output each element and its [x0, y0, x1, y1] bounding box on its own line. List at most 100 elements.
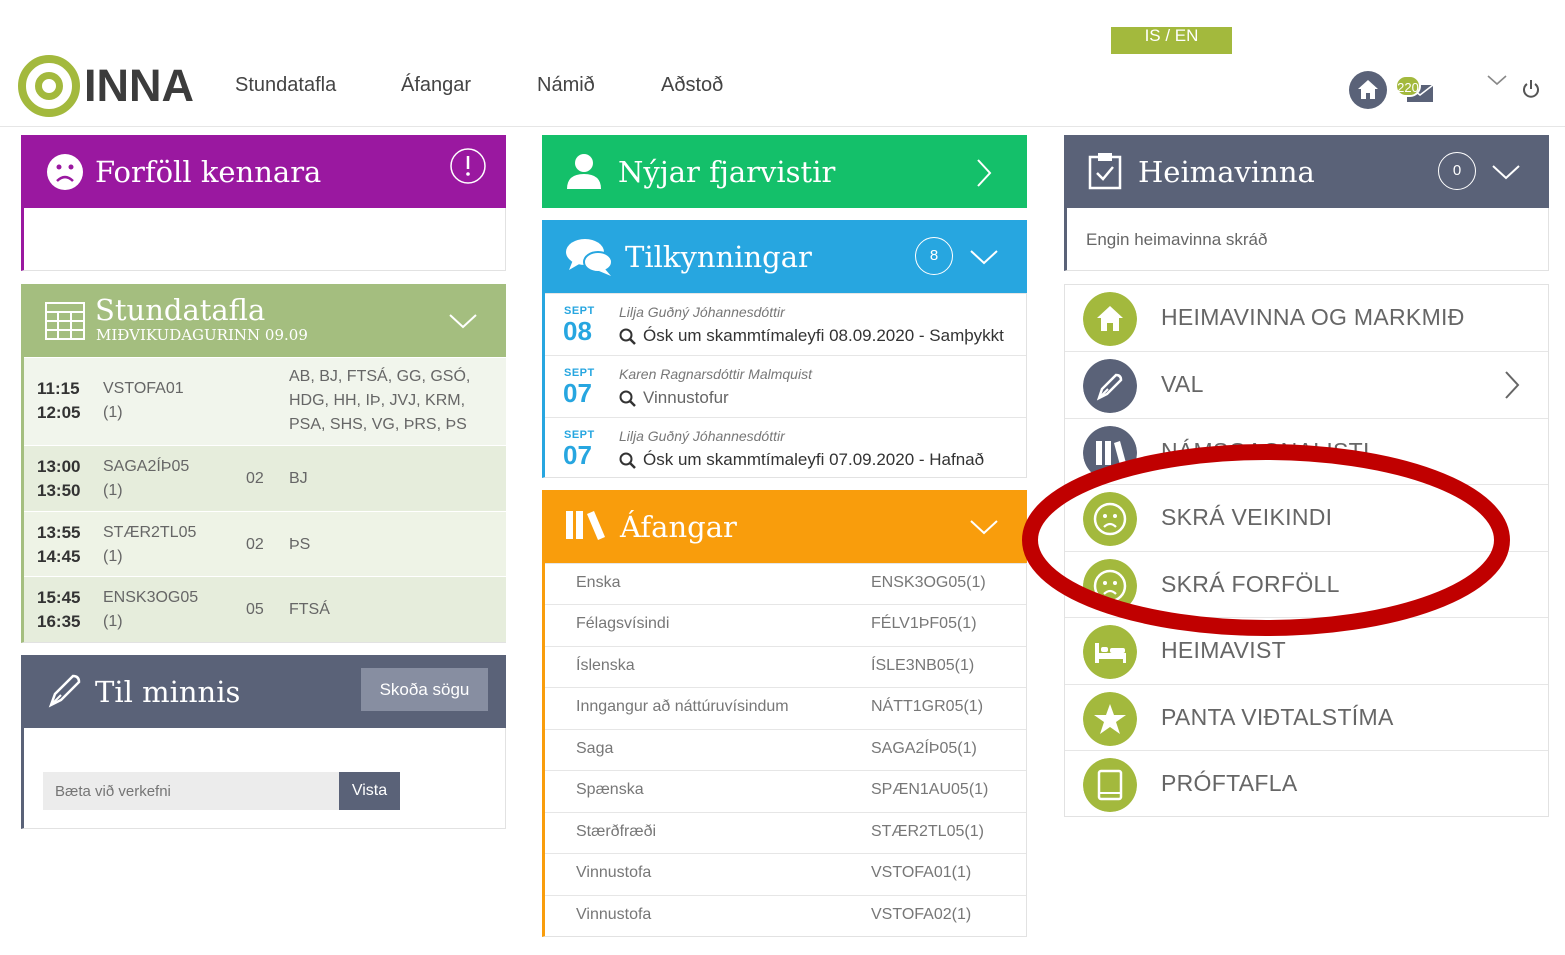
teachers: AB, BJ, FTSÁ, GG, GSÓ, HDG, HH, IÞ, JVJ,…: [289, 368, 471, 433]
search-icon: [619, 452, 636, 469]
sad-face-icon: [1083, 559, 1137, 613]
course-row[interactable]: Inngangur að náttúruvísindum NÁTT1GR05(1): [545, 687, 1026, 728]
teacher-absence-header[interactable]: Forföll kennara: [21, 135, 506, 208]
room: 05: [246, 601, 264, 618]
person-icon: [567, 154, 601, 189]
chevron-right-icon: [977, 159, 992, 187]
course-row[interactable]: Félagsvísindi FÉLV1ÞF05(1): [545, 604, 1026, 645]
reminders-header: Til minnis Skoða sögu: [21, 655, 506, 728]
end-time: 14:45: [37, 547, 81, 566]
courses-header[interactable]: Áfangar: [542, 490, 1027, 563]
add-task-input[interactable]: [43, 772, 339, 810]
menu-label: PANTA VIÐTALSTÍMA: [1161, 704, 1394, 730]
menu-item-book-interview[interactable]: PANTA VIÐTALSTÍMA: [1065, 684, 1548, 750]
announcement-item[interactable]: SEPT 08 Lilja Guðný Jóhannesdóttir Ósk u…: [545, 293, 1026, 355]
announcement-item[interactable]: SEPT 07 Lilja Guðný Jóhannesdóttir Ósk u…: [545, 417, 1026, 479]
course-row[interactable]: Saga SAGA2ÍÞ05(1): [545, 729, 1026, 770]
nav-namid[interactable]: Námið: [537, 73, 595, 97]
logout-power-icon[interactable]: [1521, 78, 1541, 100]
messages-button[interactable]: 220: [1395, 75, 1437, 105]
announcement-item[interactable]: SEPT 07 Karen Ragnarsdóttir Malmquist Vi…: [545, 355, 1026, 417]
announcement-day: 08: [563, 316, 592, 346]
announcement-subject: Ósk um skammtímaleyfi 07.09.2020 - Hafna…: [643, 450, 985, 469]
room: 02: [246, 470, 264, 487]
timetable-panel: Stundatafla MIÐVIKUDAGURINN 09.09 11:15 …: [21, 284, 506, 643]
reminders-panel: Til minnis Skoða sögu Vista: [21, 655, 506, 829]
language-switch[interactable]: IS / EN: [1111, 27, 1232, 54]
quick-menu: HEIMAVINNA OG MARKMIÐ VAL NÁMSGAGNALISTI…: [1064, 284, 1549, 817]
teachers: BJ: [289, 470, 308, 487]
save-task-button[interactable]: Vista: [339, 772, 400, 810]
chevron-down-icon[interactable]: [969, 517, 999, 537]
homework-panel: Heimavinna 0 Engin heimavinna skráð: [1064, 135, 1549, 271]
books-icon: [566, 511, 605, 540]
room: 02: [246, 536, 264, 553]
timetable-date: MIÐVIKUDAGURINN 09.09: [96, 326, 308, 344]
timetable-header[interactable]: Stundatafla MIÐVIKUDAGURINN 09.09: [21, 284, 506, 357]
chevron-down-icon[interactable]: [969, 247, 999, 267]
menu-item-exam-schedule[interactable]: PRÓFTAFLA: [1065, 750, 1548, 816]
calendar-grid-icon: [45, 302, 85, 340]
homework-title: Heimavinna: [1138, 155, 1315, 189]
course-code: FÉLV1ÞF05(1): [871, 615, 977, 632]
announcements-title: Tilkynningar: [625, 240, 812, 274]
clipboard-check-icon: [1088, 153, 1122, 190]
start-time: 15:45: [37, 588, 81, 607]
announcement-subject: Vinnustofur: [643, 388, 729, 407]
inna-logo[interactable]: INNA: [18, 55, 194, 119]
end-time: 12:05: [37, 403, 81, 422]
new-absences-panel[interactable]: Nýjar fjarvistir: [542, 135, 1027, 208]
nav-afangar[interactable]: Áfangar: [401, 73, 471, 97]
sad-face-icon: [1083, 492, 1137, 546]
menu-label: SKRÁ FORFÖLL: [1161, 571, 1340, 597]
timetable-row[interactable]: 13:00 13:50 SAGA2ÍÞ05 (1) 02 BJ: [24, 445, 506, 511]
announcement-day: 07: [563, 440, 592, 470]
course-row[interactable]: Stærðfræði STÆR2TL05(1): [545, 812, 1026, 853]
course-code: SAGA2ÍÞ05: [103, 458, 190, 475]
course-row[interactable]: Spænska SPÆN1AU05(1): [545, 770, 1026, 811]
menu-item-val[interactable]: VAL: [1065, 351, 1548, 417]
course-code: STÆR2TL05(1): [871, 823, 984, 840]
menu-item-course-materials[interactable]: NÁMSGAGNALISTI: [1065, 418, 1548, 484]
end-time: 16:35: [37, 612, 81, 631]
timetable-row[interactable]: 15:45 16:35 ENSK3OG05 (1) 05 FTSÁ: [24, 576, 506, 642]
timetable-row[interactable]: 11:15 12:05 VSTOFA01 (1) AB, BJ, FTSÁ, G…: [24, 357, 506, 445]
search-icon: [619, 390, 636, 407]
menu-item-dormitory[interactable]: HEIMAVIST: [1065, 617, 1548, 683]
user-menu-chevron-icon[interactable]: [1485, 72, 1509, 88]
end-time: 13:50: [37, 481, 81, 500]
start-time: 13:55: [37, 523, 81, 542]
course-name: Stærðfræði: [576, 823, 657, 840]
chevron-down-icon[interactable]: [448, 311, 478, 331]
menu-item-report-absence[interactable]: SKRÁ FORFÖLL: [1065, 551, 1548, 617]
course-name: Félagsvísindi: [576, 615, 670, 632]
course-name: Íslenska: [576, 657, 635, 674]
menu-item-homework-goals[interactable]: HEIMAVINNA OG MARKMIÐ: [1065, 285, 1548, 351]
nav-stundatafla[interactable]: Stundatafla: [235, 73, 336, 97]
teachers: ÞS: [289, 536, 311, 553]
course-row[interactable]: Enska ENSK3OG05(1): [545, 563, 1026, 604]
home-icon: [1083, 292, 1137, 346]
announcements-header[interactable]: Tilkynningar 8: [542, 220, 1027, 293]
timetable-row[interactable]: 13:55 14:45 STÆR2TL05 (1) 02 ÞS: [24, 511, 506, 576]
menu-label: PRÓFTAFLA: [1161, 770, 1298, 796]
course-code: NÁTT1GR05(1): [871, 698, 984, 715]
announcement-author: Karen Ragnarsdóttir Malmquist: [619, 366, 812, 382]
homework-empty-text: Engin heimavinna skráð: [1086, 230, 1268, 249]
menu-item-report-illness[interactable]: SKRÁ VEIKINDI: [1065, 484, 1548, 550]
chevron-down-icon[interactable]: [1491, 162, 1521, 182]
course-name: Saga: [576, 740, 614, 757]
nav-adstod[interactable]: Aðstoð: [661, 73, 723, 97]
timetable-title: Stundatafla: [95, 293, 266, 327]
announcement-subject: Ósk um skammtímaleyfi 08.09.2020 - Samþy…: [643, 326, 1004, 345]
teacher-absence-panel: Forföll kennara: [21, 135, 506, 271]
course-row[interactable]: Vinnustofa VSTOFA01(1): [545, 853, 1026, 894]
home-button[interactable]: [1349, 71, 1387, 109]
course-row[interactable]: Vinnustofa VSTOFA02(1): [545, 895, 1026, 936]
view-history-button[interactable]: Skoða sögu: [361, 668, 488, 711]
homework-header[interactable]: Heimavinna 0: [1064, 135, 1549, 208]
sad-face-icon: [47, 154, 83, 190]
course-row[interactable]: Íslenska ÍSLE3NB05(1): [545, 646, 1026, 687]
announcement-author: Lilja Guðný Jóhannesdóttir: [619, 428, 785, 444]
book-icon: [1083, 758, 1137, 812]
